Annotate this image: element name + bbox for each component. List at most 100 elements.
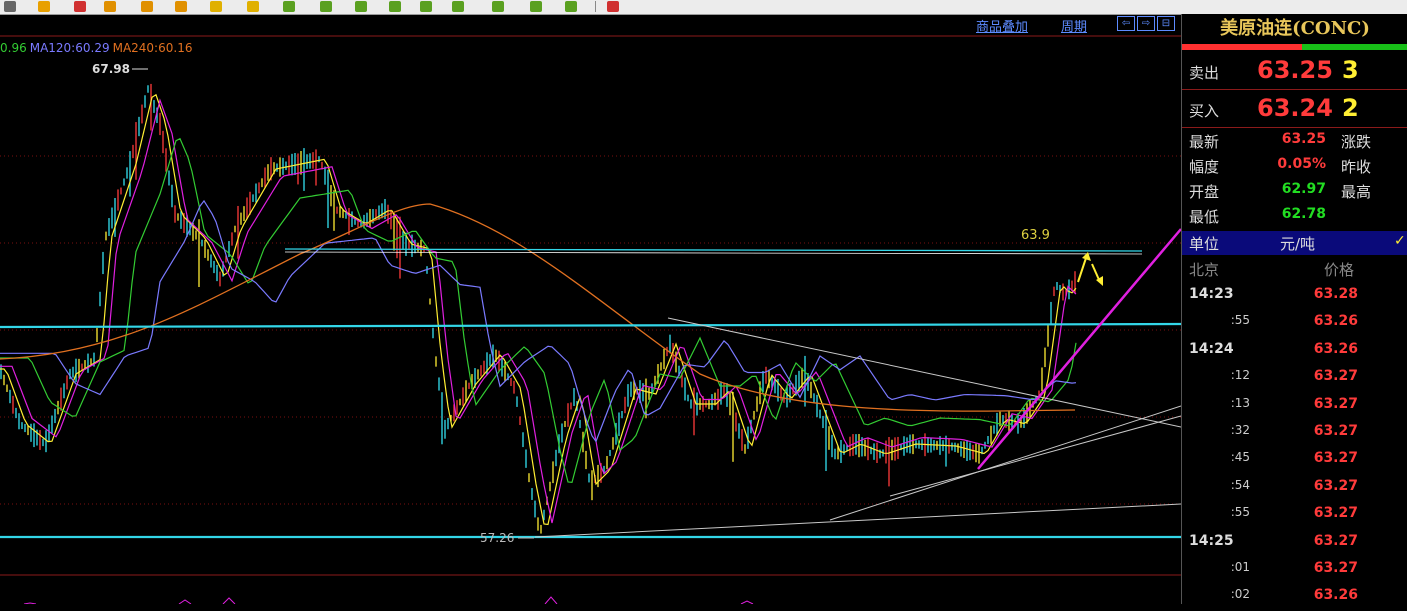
target-line bbox=[284, 248, 1143, 252]
sell-row: 卖出 63.25 3 bbox=[1182, 54, 1407, 88]
sell-volume: 3 bbox=[1342, 56, 1359, 84]
instrument-title: 美原油连(CONC) bbox=[1220, 18, 1370, 39]
daily-icon[interactable] bbox=[104, 1, 116, 12]
target-price-label: 63.9 bbox=[1021, 228, 1050, 243]
stat-label: 最高 bbox=[1341, 183, 1372, 201]
divider bbox=[1182, 89, 1407, 90]
buy-label: 买入 bbox=[1189, 102, 1220, 120]
tick-row: :12 63.27 bbox=[1182, 368, 1407, 392]
breakout-line bbox=[977, 228, 1181, 470]
tick-header-price: 价格 bbox=[1324, 261, 1355, 279]
ma-legend-item: MA120:60.29 bbox=[29, 41, 110, 55]
check-icon: ✓ bbox=[1394, 233, 1406, 249]
minute-chart-icon[interactable] bbox=[74, 1, 86, 12]
tick-row: :55 63.26 bbox=[1182, 313, 1407, 337]
stat-label: 昨收 bbox=[1341, 158, 1372, 176]
tick-row: :01 63.27 bbox=[1182, 560, 1407, 584]
trend-line bbox=[534, 503, 1181, 538]
quote-panel: 美原油连(CONC) 卖出 63.25 3 买入 63.24 2 最新 63.25… bbox=[1181, 14, 1407, 604]
tick-row: 14:25 63.27 bbox=[1182, 533, 1407, 557]
tick-time: :13 bbox=[1230, 395, 1250, 410]
scroll-right-icon[interactable]: ⇨ bbox=[1137, 16, 1155, 31]
stat-label: 最低 bbox=[1189, 208, 1220, 226]
ma-legend-item: MA240:60.16 bbox=[112, 41, 193, 55]
tick-price: 63.27 bbox=[1313, 368, 1358, 385]
ma-legend-item: 0.96 bbox=[0, 41, 27, 55]
stat-value: 63.25 bbox=[1281, 131, 1326, 147]
tick-row: :02 63.26 bbox=[1182, 587, 1407, 611]
unit-value: 元/吨 bbox=[1280, 235, 1316, 253]
stat-row: 开盘 62.97 最高 bbox=[1182, 181, 1407, 205]
tick-time: :54 bbox=[1230, 477, 1250, 492]
tick-time: :32 bbox=[1230, 423, 1250, 437]
1min-icon[interactable] bbox=[283, 1, 295, 12]
scroll-left-icon[interactable]: ⇦ bbox=[1117, 16, 1135, 31]
expand-icon[interactable]: ⊟ bbox=[1157, 16, 1175, 31]
target-line-inner bbox=[284, 251, 1143, 255]
sell-label: 卖出 bbox=[1189, 64, 1220, 82]
ma-line-mid bbox=[0, 98, 1077, 524]
30min-icon[interactable] bbox=[420, 1, 432, 12]
quarterly-icon[interactable] bbox=[210, 1, 222, 12]
ma-legend: 0.96 MA120:60.29 MA240:60.16 bbox=[0, 41, 195, 55]
tick-row: :45 63.27 bbox=[1182, 450, 1407, 474]
yearly-icon[interactable] bbox=[247, 1, 259, 12]
trend-line bbox=[889, 415, 1181, 497]
list-icon[interactable] bbox=[4, 1, 16, 12]
tick-row: 14:23 63.28 bbox=[1182, 286, 1407, 310]
zoom-buttons[interactable]: ⇦ ⇨ ⊟ bbox=[1117, 16, 1175, 31]
volume-mark bbox=[544, 596, 558, 604]
tick-row: 14:24 63.26 bbox=[1182, 341, 1407, 365]
tick-time: :55 bbox=[1230, 313, 1250, 328]
tick-price: 63.26 bbox=[1313, 313, 1358, 330]
tick-price: 63.26 bbox=[1313, 587, 1358, 604]
weekly-icon[interactable] bbox=[141, 1, 153, 12]
ma-line-short bbox=[0, 93, 1077, 526]
stat-row: 最低 62.78 bbox=[1182, 206, 1407, 230]
tick-time: :01 bbox=[1230, 560, 1250, 574]
volume-mark bbox=[222, 597, 236, 604]
tick-time: 14:25 bbox=[1189, 532, 1234, 549]
5min-icon[interactable] bbox=[355, 1, 367, 12]
divider bbox=[1182, 127, 1407, 128]
60min-icon[interactable] bbox=[452, 1, 464, 12]
high-price-label: 67.98 bbox=[92, 62, 130, 76]
tick-row: :13 63.27 bbox=[1182, 396, 1407, 420]
close-chart-icon[interactable] bbox=[607, 1, 619, 12]
tick-icon[interactable] bbox=[565, 1, 577, 12]
unit-row[interactable]: 单位 元/吨 ✓ bbox=[1182, 231, 1407, 255]
kline-chart[interactable]: 67.98 57.26 63.9 商品叠加 周期 ⇦ ⇨ ⊟ 0.96 MA120:6… bbox=[0, 14, 1181, 604]
buy-price: 63.24 bbox=[1257, 94, 1333, 122]
buy-strength-bar bbox=[1302, 44, 1407, 50]
tick-price: 63.28 bbox=[1313, 286, 1358, 302]
multi-period-icon[interactable] bbox=[492, 1, 504, 12]
up-arrow bbox=[1077, 257, 1087, 283]
tick-header-time: 北京 bbox=[1189, 261, 1220, 279]
stat-value: 62.97 bbox=[1281, 181, 1326, 197]
overlay-link[interactable]: 商品叠加 bbox=[976, 16, 1028, 35]
bar-chart-icon[interactable] bbox=[38, 1, 50, 12]
ma240-line bbox=[0, 203, 1076, 412]
stat-value: 62.78 bbox=[1281, 206, 1326, 222]
stat-label: 幅度 bbox=[1189, 158, 1220, 176]
tick-header: 北京 价格 bbox=[1182, 258, 1407, 280]
stat-value: 0.05% bbox=[1277, 156, 1326, 172]
tick-time: :02 bbox=[1230, 587, 1250, 602]
tick-time: 14:24 bbox=[1189, 340, 1234, 357]
stat-label: 最新 bbox=[1189, 133, 1220, 151]
tick-price: 63.27 bbox=[1313, 505, 1358, 522]
monthly-icon[interactable] bbox=[175, 1, 187, 12]
tick-price: 63.27 bbox=[1313, 450, 1358, 467]
tick-price: 63.27 bbox=[1313, 532, 1358, 549]
unit-label: 单位 bbox=[1189, 235, 1220, 253]
tick-price: 63.27 bbox=[1313, 395, 1358, 412]
buy-volume: 2 bbox=[1342, 94, 1359, 122]
sell-price: 63.25 bbox=[1257, 56, 1333, 84]
buy-row: 买入 63.24 2 bbox=[1182, 92, 1407, 126]
custom-period-icon[interactable] bbox=[530, 1, 542, 12]
period-link[interactable]: 周期 bbox=[1061, 16, 1087, 35]
tick-price: 63.27 bbox=[1313, 560, 1358, 576]
tick-time: 14:23 bbox=[1189, 286, 1234, 302]
15min-icon[interactable] bbox=[389, 1, 401, 12]
3min-icon[interactable] bbox=[320, 1, 332, 12]
